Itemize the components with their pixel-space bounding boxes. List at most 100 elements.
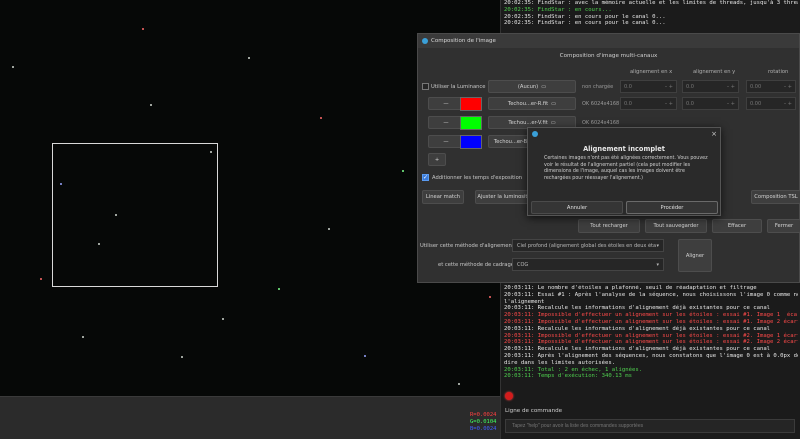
composition-heading: Composition d'image multi-canaux [559, 53, 658, 59]
align-x-value: 0.0 [624, 101, 632, 107]
align-method-value: Ciel profond (alignement global des étoi… [517, 243, 657, 248]
star [150, 104, 152, 106]
add-channel-button[interactable]: + [428, 153, 446, 166]
log-line: 20:03:11: Après l'alignement des séquenc… [504, 352, 798, 359]
channel-file-name: Techou...er-V.fit [508, 119, 548, 126]
star [142, 28, 144, 30]
star [181, 356, 183, 358]
command-input[interactable] [505, 419, 795, 433]
composition-titlebar: Composition de l'image [418, 34, 799, 48]
cancel-button[interactable]: Annuler [531, 201, 623, 214]
exposure-checkbox[interactable]: ✓ [422, 174, 429, 181]
lum-align-y-value: 0.0 [686, 84, 694, 90]
star [364, 355, 366, 357]
rotation-spin[interactable]: 0.00– + [746, 97, 796, 110]
lum-align-x-value: 0.0 [624, 84, 632, 90]
log-line: 20:03:11: Recalcule les informations d'a… [504, 346, 771, 353]
luminance-file-name: (Aucun) [517, 83, 539, 90]
col-rotation: rotation [768, 69, 789, 75]
alert-message: Certaines images n'ont pas été alignées … [544, 156, 708, 181]
console-log: 20:03:11: Le nombre d'étoiles a plafonné… [504, 285, 798, 384]
linear-match-button[interactable]: Linear match [422, 190, 464, 204]
remove-channel-button[interactable]: — [428, 135, 464, 148]
star [40, 278, 42, 280]
lum-rotation-value: 0.00 [750, 84, 762, 90]
star [12, 66, 14, 68]
folder-icon: ▭ [551, 100, 557, 107]
folder-icon: ▭ [541, 83, 547, 90]
blue-value: B=0.0024 [470, 426, 497, 432]
chevron-down-icon: ▾ [656, 262, 659, 268]
stop-button[interactable] [505, 392, 513, 400]
alert-title: Alignement incomplet [583, 145, 665, 153]
use-luminance-checkbox[interactable] [422, 83, 429, 90]
channel-status: OK 6024x4168 [582, 101, 620, 107]
lum-align-x[interactable]: 0.0– + [620, 80, 677, 93]
log-line: 20:03:11: Le nombre d'étoiles a plafonné… [504, 285, 757, 291]
log-line: 20:02:35: FindStar : en cours... [504, 6, 612, 13]
align-button[interactable]: Aligner [678, 239, 712, 272]
alert-titlebar: × [528, 128, 720, 140]
remove-channel-button[interactable]: — [428, 97, 464, 110]
proceed-button[interactable]: Procéder [626, 201, 718, 214]
app-icon [532, 131, 538, 137]
rotation-value: 0.00 [750, 101, 762, 107]
framing-value: COG [517, 262, 529, 268]
app-root: R=0.0024 G=0.0104 B=0.0024 20:02:35: Fin… [0, 0, 800, 439]
tsl-composition-button[interactable]: Composition TSL [751, 190, 800, 204]
channel-color-green[interactable] [460, 116, 482, 130]
star [458, 383, 460, 385]
selection-rectangle[interactable] [52, 143, 218, 287]
star [278, 288, 280, 290]
channel-file-button[interactable]: Techou...er-R.fit ▭ [488, 97, 576, 110]
channel-status: OK 6024x4168 [582, 120, 620, 126]
folder-icon: ▭ [550, 119, 556, 126]
col-align-y: alignement en y [693, 69, 736, 75]
clear-button[interactable]: Effacer [712, 219, 762, 233]
lum-align-y[interactable]: 0.0– + [682, 80, 739, 93]
chevron-down-icon: ▾ [656, 243, 659, 249]
app-icon [422, 38, 428, 44]
log-line: 20:02:35: FindStar : avec la mémoire act… [504, 0, 798, 6]
green-value: G=0.0104 [470, 419, 497, 425]
log-line: 20:02:35: FindStar : en cours pour le ca… [504, 13, 666, 20]
col-align-x: alignement en x [630, 69, 673, 75]
log-line: 20:03:11: Essai #1 : Après l'analyse de … [504, 291, 798, 298]
log-line: 20:02:35: FindStar : en cours pour le ca… [504, 20, 666, 27]
exposure-label: Additionner les temps d'exposition [432, 175, 523, 181]
channel-color-blue[interactable] [460, 135, 482, 149]
command-line-label: Ligne de commande [505, 408, 563, 414]
close-icon[interactable]: × [708, 130, 720, 138]
use-luminance-label: Utiliser la Luminance [431, 84, 486, 90]
star [328, 228, 330, 230]
star [248, 57, 250, 59]
save-all-button[interactable]: Tout sauvegarder [645, 219, 707, 233]
remove-channel-button[interactable]: — [428, 116, 464, 129]
align-x-spin[interactable]: 0.0– + [620, 97, 677, 110]
log-line: 20:03:11: Recalcule les informations d'a… [504, 325, 771, 332]
close-button[interactable]: Fermer [767, 219, 800, 233]
align-method-label: Utiliser cette méthode d'alignement : [420, 243, 518, 249]
channel-file-name: Techou...er-R.fit [507, 100, 549, 107]
log-line: 20:03:11: Temps d'exécution: 340.13 ms [504, 373, 632, 380]
star [402, 170, 404, 172]
log-line: 20:03:11: Impossible d'effectuer un alig… [504, 318, 798, 325]
composition-title: Composition de l'image [431, 38, 496, 44]
framing-select[interactable]: COG ▾ [512, 258, 664, 271]
console-log-top: 20:02:35: FindStar : avec la mémoire act… [504, 0, 798, 34]
align-method-select[interactable]: Ciel profond (alignement global des étoi… [512, 239, 664, 252]
log-line: 20:03:11: Impossible d'effectuer un alig… [504, 312, 798, 319]
incomplete-alignment-dialog: × Alignement incomplet Certaines images … [527, 127, 721, 216]
reload-all-button[interactable]: Tout recharger [578, 219, 640, 233]
star [320, 117, 322, 119]
star [82, 336, 84, 338]
lum-rotation[interactable]: 0.00– + [746, 80, 796, 93]
luminance-file-button[interactable]: (Aucun) ▭ [488, 80, 576, 93]
align-y-spin[interactable]: 0.0– + [682, 97, 739, 110]
adjust-luminosity-button[interactable]: Ajuster la luminosité [475, 190, 533, 204]
log-line: dire dans les limites autorisées. [504, 359, 616, 366]
viewer-status-bar [0, 396, 500, 439]
channel-color-red[interactable] [460, 97, 482, 111]
red-value: R=0.0024 [470, 412, 497, 418]
luminance-status: non chargée [582, 84, 614, 90]
